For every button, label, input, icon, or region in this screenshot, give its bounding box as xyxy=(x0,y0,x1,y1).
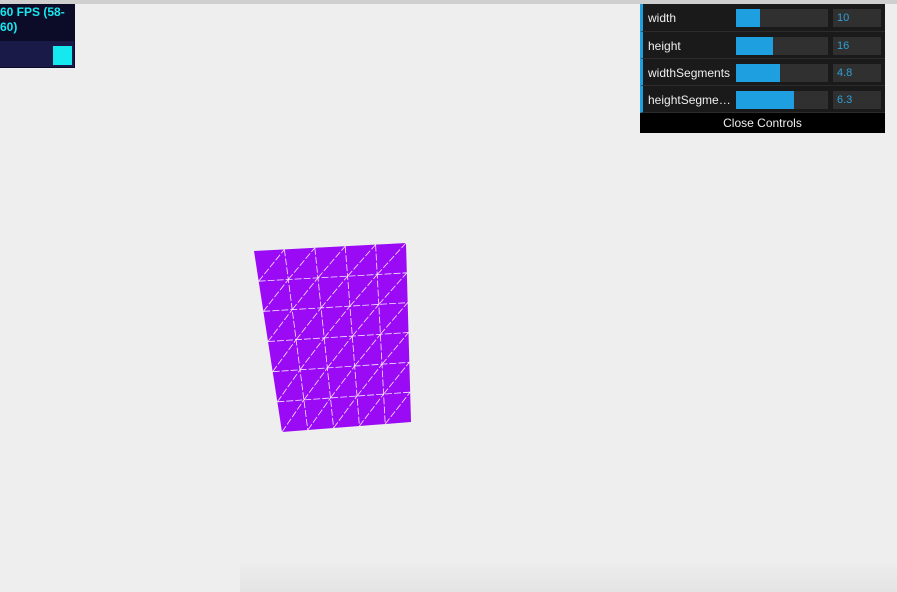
control-height-fill xyxy=(736,37,773,55)
control-width-label: width xyxy=(648,11,677,25)
control-height-input[interactable]: 16 xyxy=(833,37,881,55)
control-height-label: height xyxy=(648,39,681,53)
control-widthsegments[interactable]: widthSegments 4.8 xyxy=(640,59,885,86)
control-widthsegments-fill xyxy=(736,64,781,82)
control-heightsegments-input[interactable]: 6.3 xyxy=(833,91,881,109)
controls-panel[interactable]: width 10 height 16 widthSegments 4.8 hei… xyxy=(640,4,885,133)
control-widthsegments-input[interactable]: 4.8 xyxy=(833,64,881,82)
control-widthsegments-label: widthSegments xyxy=(648,66,731,80)
plane-mesh xyxy=(254,242,411,433)
control-width-slider[interactable] xyxy=(736,9,828,27)
control-width-input[interactable]: 10 xyxy=(833,9,881,27)
fps-graph-bar xyxy=(53,46,72,65)
control-heightsegments-fill xyxy=(736,91,794,109)
control-heightsegments-slider[interactable] xyxy=(736,91,828,109)
stats-panel[interactable]: 60 FPS (58-60) xyxy=(0,4,75,68)
bottom-shadow xyxy=(240,560,897,592)
fps-readout: 60 FPS (58-60) xyxy=(0,5,65,34)
control-height[interactable]: height 16 xyxy=(640,32,885,59)
close-controls-button[interactable]: Close Controls xyxy=(640,113,885,133)
control-width[interactable]: width 10 xyxy=(640,4,885,32)
control-widthsegments-slider[interactable] xyxy=(736,64,828,82)
control-height-slider[interactable] xyxy=(736,37,828,55)
control-heightsegments-label: heightSegme… xyxy=(648,93,731,107)
control-width-fill xyxy=(736,9,760,27)
control-heightsegments[interactable]: heightSegme… 6.3 xyxy=(640,86,885,113)
